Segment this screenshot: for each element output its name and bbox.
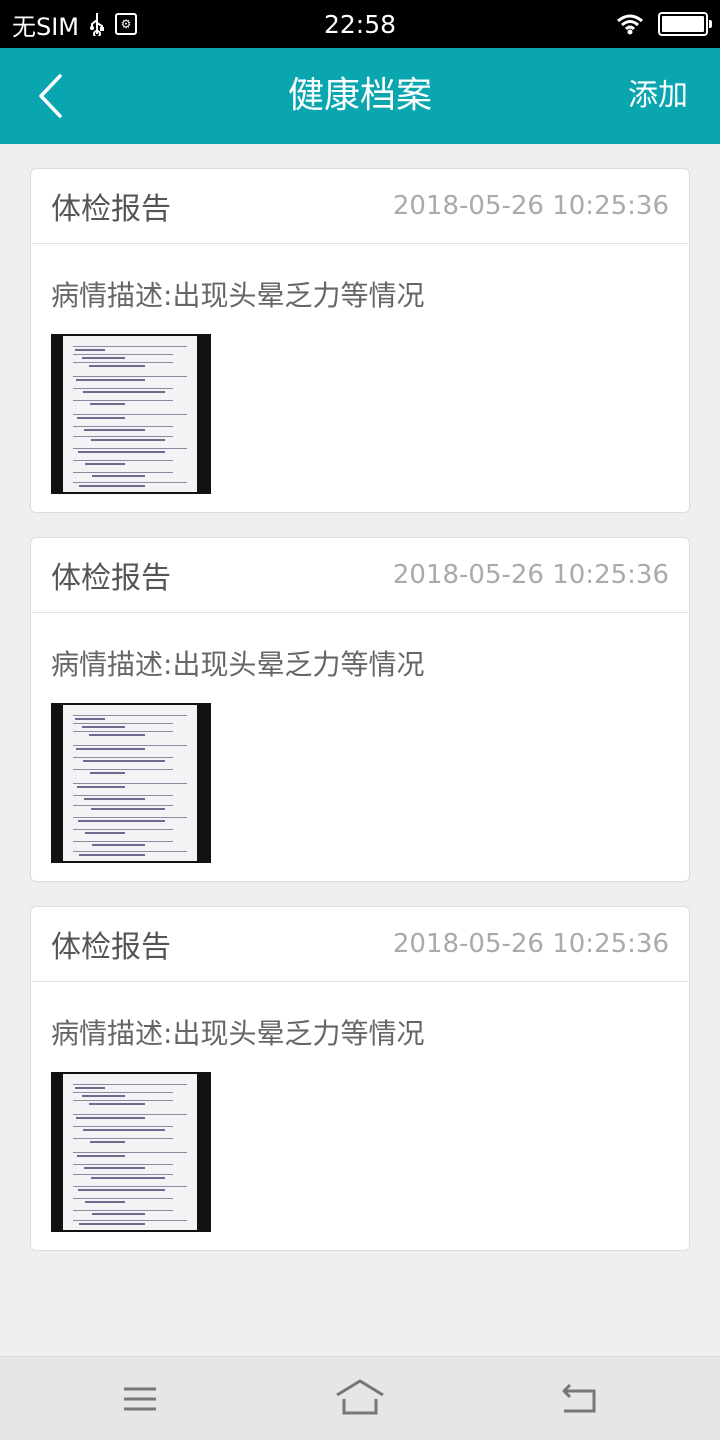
- record-list: 体检报告 2018-05-26 10:25:36 病情描述: 出现头晕乏力等情况…: [30, 168, 690, 1275]
- record-description-row: 病情描述: 出现头晕乏力等情况: [31, 613, 689, 683]
- card-header: 体检报告 2018-05-26 10:25:36: [31, 169, 689, 244]
- add-button[interactable]: 添加: [628, 48, 688, 144]
- report-thumbnail[interactable]: [51, 703, 211, 863]
- record-card[interactable]: 体检报告 2018-05-26 10:25:36 病情描述: 出现头晕乏力等情况: [30, 168, 690, 513]
- back-button[interactable]: [30, 72, 70, 120]
- menu-icon: [124, 1387, 156, 1411]
- home-icon: [336, 1379, 384, 1415]
- record-timestamp: 2018-05-26 10:25:36: [392, 929, 669, 959]
- description-label: 病情描述:: [51, 648, 173, 681]
- page-title: 健康档案: [287, 75, 432, 116]
- description-label: 病情描述:: [51, 1017, 173, 1050]
- record-card[interactable]: 体检报告 2018-05-26 10:25:36 病情描述: 出现头晕乏力等情况: [30, 906, 690, 1251]
- record-type: 体检报告: [51, 192, 171, 227]
- record-timestamp: 2018-05-26 10:25:36: [392, 560, 669, 590]
- return-button[interactable]: [556, 1375, 604, 1423]
- status-right: [616, 0, 712, 48]
- description-label: 病情描述:: [51, 279, 173, 312]
- report-thumbnail[interactable]: [51, 1072, 211, 1232]
- battery-level: [662, 16, 704, 32]
- record-timestamp: 2018-05-26 10:25:36: [392, 191, 669, 221]
- record-card[interactable]: 体检报告 2018-05-26 10:25:36 病情描述: 出现头晕乏力等情况: [30, 537, 690, 882]
- record-description-row: 病情描述: 出现头晕乏力等情况: [31, 982, 689, 1052]
- wifi-icon: [617, 14, 643, 35]
- report-thumbnail[interactable]: [51, 334, 211, 494]
- description-text: 出现头晕乏力等情况: [172, 648, 425, 681]
- record-type: 体检报告: [51, 930, 171, 965]
- app-header: 健康档案 添加: [0, 48, 720, 144]
- home-button[interactable]: [334, 1375, 386, 1423]
- menu-button[interactable]: [116, 1375, 164, 1423]
- description-text: 出现头晕乏力等情况: [172, 1017, 425, 1050]
- return-icon: [562, 1383, 596, 1413]
- chevron-left-icon: [39, 74, 62, 118]
- description-text: 出现头晕乏力等情况: [172, 279, 425, 312]
- status-time: 22:58: [323, 10, 397, 39]
- card-header: 体检报告 2018-05-26 10:25:36: [31, 538, 689, 613]
- record-description-row: 病情描述: 出现头晕乏力等情况: [31, 244, 689, 314]
- battery-icon: [658, 12, 712, 36]
- card-header: 体检报告 2018-05-26 10:25:36: [31, 907, 689, 982]
- system-nav-bar: [0, 1356, 720, 1440]
- record-type: 体检报告: [51, 561, 171, 596]
- status-bar: 无SIM ⚙ 22:58: [0, 0, 720, 48]
